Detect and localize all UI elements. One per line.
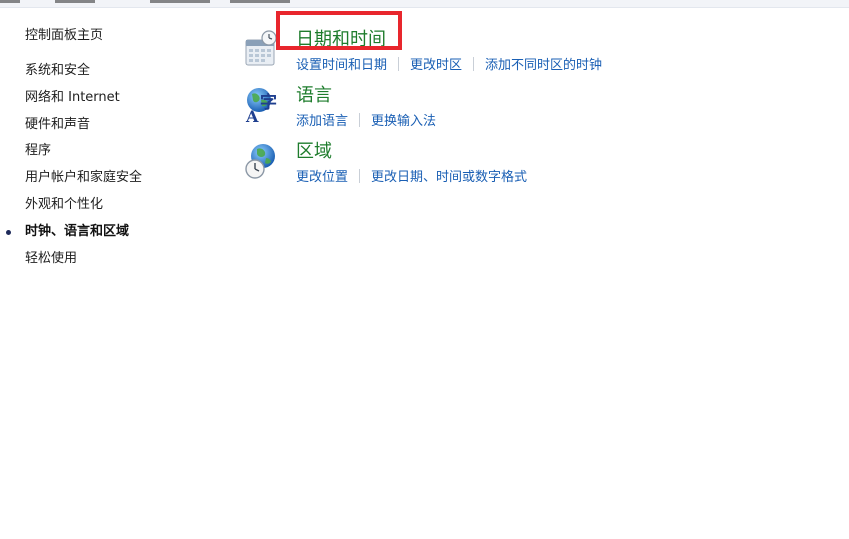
- category-date-time: 日期和时间 设置时间和日期 更改时区 添加不同时区的时钟: [240, 26, 840, 82]
- link-separator: [473, 57, 475, 71]
- sidebar-item-system-security[interactable]: 系统和安全: [25, 62, 142, 89]
- svg-text:字: 字: [260, 92, 277, 113]
- sidebar-item-clock-language-region[interactable]: 时钟、语言和区域: [6, 223, 142, 250]
- language-globe-icon[interactable]: 字 A: [244, 86, 278, 124]
- sidebar-nav: 系统和安全 网络和 Internet 硬件和声音 程序 用户帐户和家庭安全 外观…: [6, 62, 142, 277]
- category-title-region[interactable]: 区域: [296, 140, 332, 164]
- region-globe-clock-icon[interactable]: [244, 142, 278, 180]
- sidebar-item-label: 网络和 Internet: [25, 89, 120, 105]
- sidebar-item-network-internet[interactable]: 网络和 Internet: [25, 89, 142, 116]
- category-links-region: 更改位置 更改日期、时间或数字格式: [296, 166, 527, 185]
- link-separator: [359, 113, 361, 127]
- calendar-clock-icon[interactable]: [244, 30, 278, 68]
- sidebar-item-label: 程序: [25, 143, 52, 159]
- sidebar-item-programs[interactable]: 程序: [25, 142, 142, 169]
- left-sidebar: 控制面板主页 系统和安全 网络和 Internet 硬件和声音 程序 用户帐户和…: [0, 0, 230, 539]
- link-add-clocks[interactable]: 添加不同时区的时钟: [485, 58, 602, 73]
- sidebar-item-label: 轻松使用: [25, 250, 78, 266]
- link-change-location[interactable]: 更改位置: [296, 170, 348, 185]
- category-language: 字 A 语言 添加语言 更换输入法: [240, 82, 840, 138]
- sidebar-item-ease-of-access[interactable]: 轻松使用: [25, 250, 142, 277]
- sidebar-item-user-accounts[interactable]: 用户帐户和家庭安全: [25, 169, 142, 196]
- link-change-formats[interactable]: 更改日期、时间或数字格式: [371, 170, 527, 185]
- sidebar-item-appearance[interactable]: 外观和个性化: [25, 196, 142, 223]
- link-separator: [359, 169, 361, 183]
- active-bullet-icon: [6, 229, 11, 235]
- sidebar-item-label: 用户帐户和家庭安全: [25, 170, 143, 186]
- control-panel-home-link[interactable]: 控制面板主页: [25, 24, 103, 43]
- sidebar-item-hardware-sound[interactable]: 硬件和声音: [25, 116, 142, 143]
- link-set-time-date[interactable]: 设置时间和日期: [296, 58, 387, 73]
- strip-fragment: [230, 0, 290, 3]
- category-panel: 日期和时间 设置时间和日期 更改时区 添加不同时区的时钟 字 A 语言 添加语言 更换…: [240, 26, 840, 194]
- category-region: 区域 更改位置 更改日期、时间或数字格式: [240, 138, 840, 194]
- category-title-date-time[interactable]: 日期和时间: [296, 28, 386, 52]
- sidebar-item-label: 系统和安全: [25, 63, 91, 78]
- category-links-language: 添加语言 更换输入法: [296, 110, 436, 129]
- sidebar-item-label: 硬件和声音: [25, 116, 91, 132]
- link-add-language[interactable]: 添加语言: [296, 114, 348, 129]
- sidebar-item-label: 外观和个性化: [25, 196, 104, 212]
- sidebar-item-label: 时钟、语言和区域: [25, 223, 130, 239]
- svg-text:A: A: [245, 107, 259, 124]
- link-separator: [398, 57, 400, 71]
- link-change-input-method[interactable]: 更换输入法: [371, 114, 436, 129]
- link-change-timezone[interactable]: 更改时区: [410, 58, 462, 73]
- category-links-date-time: 设置时间和日期 更改时区 添加不同时区的时钟: [296, 54, 602, 73]
- category-title-language[interactable]: 语言: [296, 84, 332, 108]
